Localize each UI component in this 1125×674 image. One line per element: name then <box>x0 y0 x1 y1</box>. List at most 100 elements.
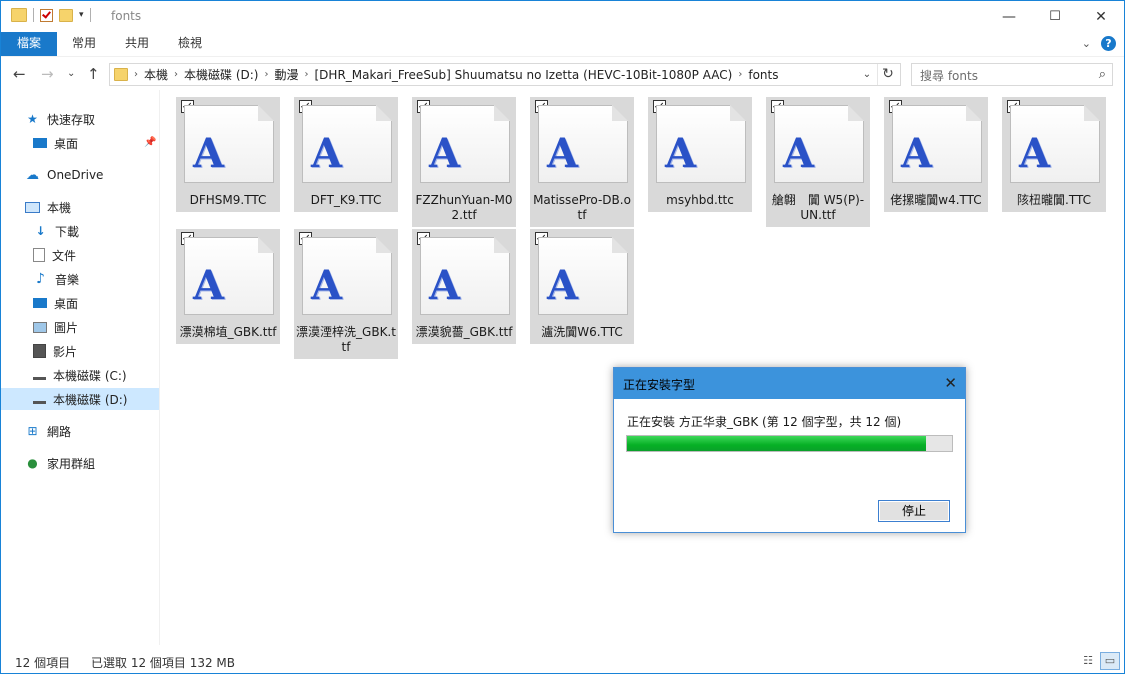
folder-icon[interactable] <box>11 8 27 22</box>
font-glyph: A <box>429 262 461 309</box>
nav-item-downloads[interactable]: ↓ 下載 <box>33 220 79 242</box>
file-tile[interactable]: A 漂漠棉埴_GBK.ttf <box>176 229 280 344</box>
chevron-right-icon[interactable]: › <box>305 69 309 80</box>
nav-item-label: 桌面 <box>54 296 79 311</box>
file-tile[interactable]: A 陔杻曨闐.TTC <box>1002 97 1106 212</box>
nav-item-videos[interactable]: 影片 <box>33 340 77 362</box>
tab-file[interactable]: 檔案 <box>1 32 57 56</box>
minimize-button[interactable]: — <box>986 1 1032 32</box>
nav-item-label: 家用群組 <box>47 456 96 471</box>
font-file-icon: A <box>184 237 274 315</box>
file-tile[interactable]: A msyhbd.ttc <box>648 97 752 212</box>
refresh-icon[interactable]: ↻ <box>877 64 898 85</box>
nav-item-label: 本機磁碟 (C:) <box>53 368 127 383</box>
chevron-right-icon[interactable]: › <box>264 69 268 80</box>
file-tile[interactable]: A 瀘洗闐W6.TTC <box>530 229 634 344</box>
customize-toolbar-dropdown-icon[interactable]: ▾ <box>79 10 84 20</box>
drive-icon <box>33 395 46 404</box>
properties-icon[interactable] <box>40 8 53 22</box>
file-tile[interactable]: A FZZhunYuan-M02.ttf <box>412 97 516 227</box>
pane-divider[interactable] <box>159 90 160 645</box>
nav-item-label: 桌面 <box>54 136 79 151</box>
nav-item-onedrive[interactable]: ☁ OneDrive <box>25 164 103 186</box>
install-status-message: 正在安裝 方正华隶_GBK (第 12 個字型，共 12 個) <box>627 415 902 429</box>
search-placeholder: 搜尋 fonts <box>920 69 978 83</box>
file-tile[interactable]: A DFHSM9.TTC <box>176 97 280 212</box>
font-file-icon: A <box>892 105 982 183</box>
tab-home[interactable]: 常用 <box>72 32 96 56</box>
forward-arrow-icon[interactable]: → <box>41 65 54 83</box>
file-tile[interactable]: A 漂漠貌薔_GBK.ttf <box>412 229 516 344</box>
stop-button[interactable]: 停止 <box>878 500 950 522</box>
nav-item-documents[interactable]: 文件 <box>33 244 76 266</box>
file-name: FZZhunYuan-M02.ttf <box>415 193 513 222</box>
expand-ribbon-icon[interactable]: ⌄ <box>1082 37 1091 50</box>
new-folder-icon[interactable] <box>59 8 73 22</box>
font-file-icon: A <box>656 105 746 183</box>
font-glyph: A <box>311 130 343 177</box>
help-icon[interactable]: ? <box>1101 36 1116 51</box>
font-file-icon: A <box>538 105 628 183</box>
tab-view[interactable]: 檢視 <box>178 32 202 56</box>
up-arrow-icon[interactable]: ↑ <box>87 65 100 83</box>
chevron-right-icon[interactable]: › <box>174 69 178 80</box>
title-bar: ▾ fonts — ☐ ✕ <box>1 1 1124 32</box>
file-tile[interactable]: A 佬摞曨闐w4.TTC <box>884 97 988 212</box>
navigation-pane: ★ 快速存取 桌面 📌 ☁ OneDrive 本機 ↓ 下載 文件 ♪ 音樂 桌… <box>1 90 159 645</box>
font-file-icon: A <box>774 105 864 183</box>
breadcrumb-this-pc[interactable]: 本機 <box>144 66 168 83</box>
nav-item-pictures[interactable]: 圖片 <box>33 316 78 338</box>
dialog-close-icon[interactable]: ✕ <box>944 374 957 392</box>
file-name: 漂漠貌薔_GBK.ttf <box>415 325 513 339</box>
search-icon[interactable]: ⌕ <box>1099 67 1106 82</box>
nav-item-drive-c[interactable]: 本機磁碟 (C:) <box>33 364 127 386</box>
music-icon: ♪ <box>36 270 45 287</box>
drive-icon <box>33 371 46 380</box>
large-icons-view-icon[interactable]: ▭ <box>1100 652 1120 670</box>
font-file-icon: A <box>302 105 392 183</box>
back-arrow-icon[interactable]: ← <box>13 65 26 83</box>
file-tile[interactable]: A 艙翺 闐 W5(P)-UN.ttf <box>766 97 870 227</box>
breadcrumb-anime[interactable]: 動漫 <box>274 66 298 83</box>
close-button[interactable]: ✕ <box>1078 1 1124 32</box>
nav-item-desktop[interactable]: 桌面 <box>33 292 78 314</box>
nav-item-music[interactable]: ♪ 音樂 <box>33 268 79 290</box>
font-glyph: A <box>193 130 225 177</box>
breadcrumb: › 本機 › 本機磁碟 (D:) › 動漫 › [DHR_Makari_Free… <box>114 66 778 83</box>
tab-share[interactable]: 共用 <box>125 32 149 56</box>
toolbar-separator <box>33 8 34 22</box>
nav-item-quick-access[interactable]: ★ 快速存取 <box>25 108 95 130</box>
ribbon-tabs: 檔案 常用 共用 檢視 ⌄ ? <box>1 32 1124 56</box>
file-name: 陔杻曨闐.TTC <box>1017 193 1091 207</box>
file-tile[interactable]: A DFT_K9.TTC <box>294 97 398 212</box>
window-title: fonts <box>111 9 142 23</box>
pin-icon[interactable]: 📌 <box>144 137 156 148</box>
chevron-right-icon[interactable]: › <box>134 69 138 80</box>
nav-item-desktop-pinned[interactable]: 桌面 <box>33 132 78 154</box>
chevron-right-icon[interactable]: › <box>738 69 742 80</box>
nav-item-network[interactable]: ⊞ 網路 <box>25 420 71 442</box>
recent-locations-dropdown-icon[interactable]: ⌄ <box>67 68 75 79</box>
nav-item-drive-d[interactable]: 本機磁碟 (D:) <box>1 388 159 410</box>
maximize-button[interactable]: ☐ <box>1032 1 1078 32</box>
details-view-icon[interactable]: ☷ <box>1078 652 1098 670</box>
file-tile[interactable]: A 漂漠湮梓洗_GBK.ttf <box>294 229 398 359</box>
dialog-title-bar: 正在安裝字型 ✕ <box>614 368 965 399</box>
breadcrumb-drive-d[interactable]: 本機磁碟 (D:) <box>184 66 258 83</box>
font-file-icon: A <box>184 105 274 183</box>
download-icon: ↓ <box>35 223 46 238</box>
breadcrumb-release-folder[interactable]: [DHR_Makari_FreeSub] Shuumatsu no Izetta… <box>315 68 733 82</box>
address-dropdown-icon[interactable]: ⌄ <box>858 65 876 84</box>
font-file-icon: A <box>1010 105 1100 183</box>
document-icon <box>33 248 45 262</box>
nav-item-homegroup[interactable]: ● 家用群組 <box>25 452 95 474</box>
nav-item-label: 快速存取 <box>47 112 96 127</box>
nav-item-label: 本機 <box>47 200 72 215</box>
search-box[interactable]: 搜尋 fonts ⌕ <box>911 63 1113 86</box>
breadcrumb-fonts[interactable]: fonts <box>748 68 778 82</box>
address-bar[interactable]: › 本機 › 本機磁碟 (D:) › 動漫 › [DHR_Makari_Free… <box>109 63 901 86</box>
address-row: ← → ⌄ ↑ › 本機 › 本機磁碟 (D:) › 動漫 › [DHR_Mak… <box>1 56 1124 91</box>
file-tile[interactable]: A MatissePro-DB.otf <box>530 97 634 227</box>
nav-item-label: 圖片 <box>54 320 79 335</box>
nav-item-this-pc[interactable]: 本機 <box>25 196 71 218</box>
